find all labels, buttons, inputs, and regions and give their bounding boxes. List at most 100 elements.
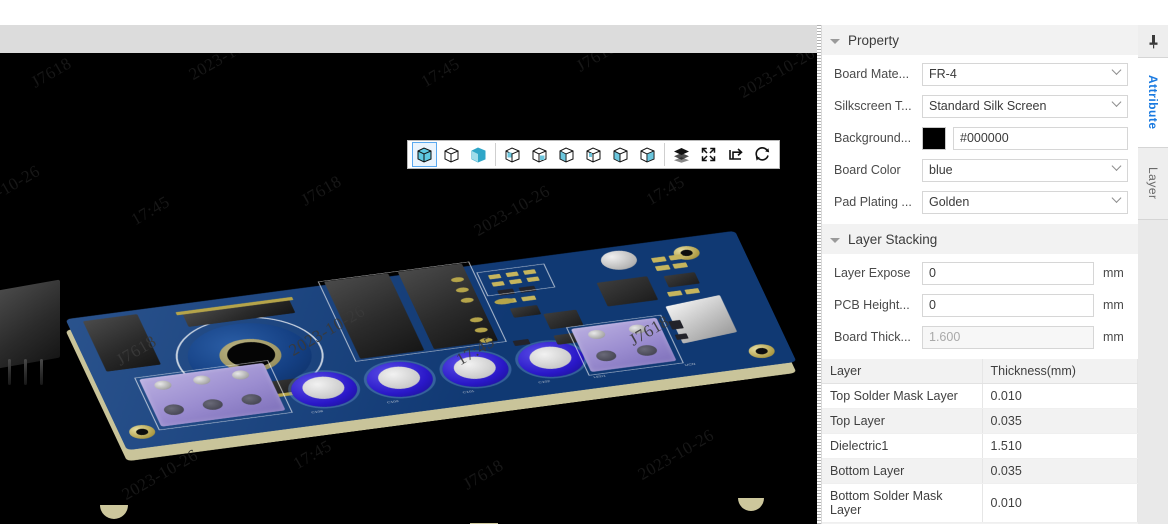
value-background-color: #000000 bbox=[960, 131, 1009, 145]
offboard-component bbox=[0, 279, 60, 369]
collapse-triangle-icon[interactable] bbox=[830, 38, 840, 44]
pcb-3d-viewport[interactable]: C108 C109 C101 C102 LED1 UCN J7618 2023-… bbox=[0, 53, 820, 524]
input-layer-expose[interactable]: 0 bbox=[922, 261, 1094, 285]
select-pad-plating[interactable]: Golden bbox=[922, 190, 1128, 214]
silkscreen-ref: LED1 bbox=[593, 374, 607, 380]
tab-attribute-label: Attribute bbox=[1146, 75, 1160, 130]
input-pcb-height[interactable]: 0 bbox=[922, 293, 1094, 317]
pcb-3d-viewer-app: C108 C109 C101 C102 LED1 UCN J7618 2023-… bbox=[0, 0, 1168, 524]
silkscreen-outline bbox=[134, 360, 293, 431]
property-section-header[interactable]: Property bbox=[822, 25, 1138, 55]
electrolytic-capacitor bbox=[435, 348, 516, 391]
view-right-icon[interactable] bbox=[581, 142, 606, 167]
property-form: Board Mate... FR-4 Silkscreen T... Stand… bbox=[822, 55, 1138, 224]
pin-icon[interactable] bbox=[1138, 25, 1168, 58]
row-layer-expose: Layer Expose 0 mm bbox=[822, 257, 1138, 289]
layer-stacking-section-title: Layer Stacking bbox=[848, 231, 938, 247]
view-left-icon[interactable] bbox=[554, 142, 579, 167]
table-row[interactable]: Dielectric1 1.510 bbox=[822, 433, 1138, 459]
view-front-icon[interactable] bbox=[608, 142, 633, 167]
label-layer-expose: Layer Expose bbox=[834, 266, 911, 280]
silkscreen-ref: C108 bbox=[310, 409, 324, 415]
terminal-wire-hole bbox=[594, 349, 619, 363]
export-icon[interactable] bbox=[723, 142, 748, 167]
input-background-color[interactable]: #000000 bbox=[953, 126, 1128, 150]
top-white-strip bbox=[0, 0, 1168, 25]
chevron-down-icon bbox=[1111, 97, 1122, 107]
view-bottom-icon[interactable] bbox=[527, 142, 552, 167]
through-hole-pad bbox=[478, 337, 494, 344]
smd-component bbox=[512, 338, 531, 347]
view-top-icon[interactable] bbox=[500, 142, 525, 167]
collapse-triangle-icon[interactable] bbox=[830, 237, 840, 243]
terminal-block-3pin bbox=[139, 362, 286, 427]
ic-large bbox=[596, 276, 659, 307]
table-row[interactable]: Top Layer 0.035 bbox=[822, 408, 1138, 434]
row-board-thickness: Board Thick... 1.600 mm bbox=[822, 321, 1138, 353]
board-standoff bbox=[738, 498, 764, 511]
column-header-layer: Layer bbox=[822, 359, 983, 384]
electrolytic-capacitor bbox=[284, 368, 365, 411]
offboard-pin bbox=[40, 359, 43, 385]
cell-layer-thickness: 0.035 bbox=[982, 458, 1138, 484]
terminal-screw bbox=[152, 379, 174, 391]
reset-view-icon[interactable] bbox=[750, 142, 775, 167]
electrolytic-capacitor bbox=[511, 338, 592, 381]
top-gray-toolbar-strip bbox=[0, 25, 820, 53]
value-layer-expose: 0 bbox=[929, 266, 936, 280]
solid-view-icon[interactable] bbox=[412, 142, 437, 167]
view-back-icon[interactable] bbox=[635, 142, 660, 167]
table-row[interactable]: Bottom Layer 0.035 bbox=[822, 458, 1138, 484]
cell-layer-name: Bottom Solder Mask Layer bbox=[822, 483, 983, 523]
fullscreen-icon[interactable] bbox=[696, 142, 721, 167]
view-toolbar[interactable] bbox=[407, 140, 780, 169]
terminal-screw bbox=[191, 374, 213, 386]
background-color-swatch[interactable] bbox=[922, 126, 946, 150]
unit-layer-expose: mm bbox=[1103, 266, 1124, 280]
silkscreen-outline bbox=[476, 263, 556, 297]
row-silkscreen-type: Silkscreen T... Standard Silk Screen bbox=[822, 90, 1138, 122]
table-row[interactable]: Bottom Solder Mask Layer 0.010 bbox=[822, 483, 1138, 523]
value-silkscreen-type: Standard Silk Screen bbox=[929, 99, 1047, 113]
electrolytic-capacitor bbox=[359, 358, 440, 401]
table-row[interactable]: Top Solder Mask Layer 0.010 bbox=[822, 383, 1138, 409]
tab-layer[interactable]: Layer bbox=[1138, 148, 1168, 220]
cell-layer-name: Top Solder Mask Layer bbox=[822, 383, 983, 409]
value-board-color: blue bbox=[929, 163, 953, 177]
panel-splitter[interactable] bbox=[817, 25, 821, 524]
select-silkscreen-type[interactable]: Standard Silk Screen bbox=[922, 94, 1128, 118]
silkscreen-ref: C102 bbox=[537, 379, 551, 385]
row-pcb-height: PCB Height... 0 mm bbox=[822, 289, 1138, 321]
layer-stack-table: Layer Thickness(mm) Top Solder Mask Laye… bbox=[822, 359, 1138, 523]
cell-layer-thickness: 0.010 bbox=[982, 383, 1138, 409]
smd-component bbox=[654, 264, 671, 272]
row-pad-plating: Pad Plating ... Golden bbox=[822, 186, 1138, 218]
smd-component bbox=[520, 295, 537, 302]
tab-attribute[interactable]: Attribute bbox=[1138, 58, 1168, 148]
smd-component bbox=[684, 288, 701, 295]
cell-layer-name: Dielectric1 bbox=[822, 433, 983, 459]
silkscreen-ref: C101 bbox=[462, 389, 476, 395]
select-board-color[interactable]: blue bbox=[922, 158, 1128, 182]
chevron-down-icon bbox=[1111, 65, 1122, 75]
cell-layer-name: Bottom Layer bbox=[822, 458, 983, 484]
mounting-hole bbox=[126, 423, 158, 441]
wireframe-view-icon[interactable] bbox=[439, 142, 464, 167]
label-board-material: Board Mate... bbox=[834, 67, 910, 81]
toroid-hole bbox=[222, 339, 281, 371]
board-standoff bbox=[100, 505, 128, 519]
cell-layer-thickness: 1.510 bbox=[982, 433, 1138, 459]
ic-soic bbox=[663, 272, 700, 288]
terminal-wire-hole bbox=[634, 344, 660, 357]
row-background-color: Background... #000000 bbox=[822, 122, 1138, 154]
layers-icon[interactable] bbox=[669, 142, 694, 167]
unit-pcb-height: mm bbox=[1103, 298, 1124, 312]
unit-board-thickness: mm bbox=[1103, 330, 1124, 344]
select-board-material[interactable]: FR-4 bbox=[922, 62, 1128, 86]
column-header-thickness: Thickness(mm) bbox=[982, 359, 1138, 384]
shaded-view-icon[interactable] bbox=[466, 142, 491, 167]
terminal-screw bbox=[230, 369, 251, 381]
layer-stacking-section-header[interactable]: Layer Stacking bbox=[822, 224, 1138, 254]
smd-component bbox=[672, 262, 689, 269]
value-board-thickness: 1.600 bbox=[929, 330, 961, 344]
